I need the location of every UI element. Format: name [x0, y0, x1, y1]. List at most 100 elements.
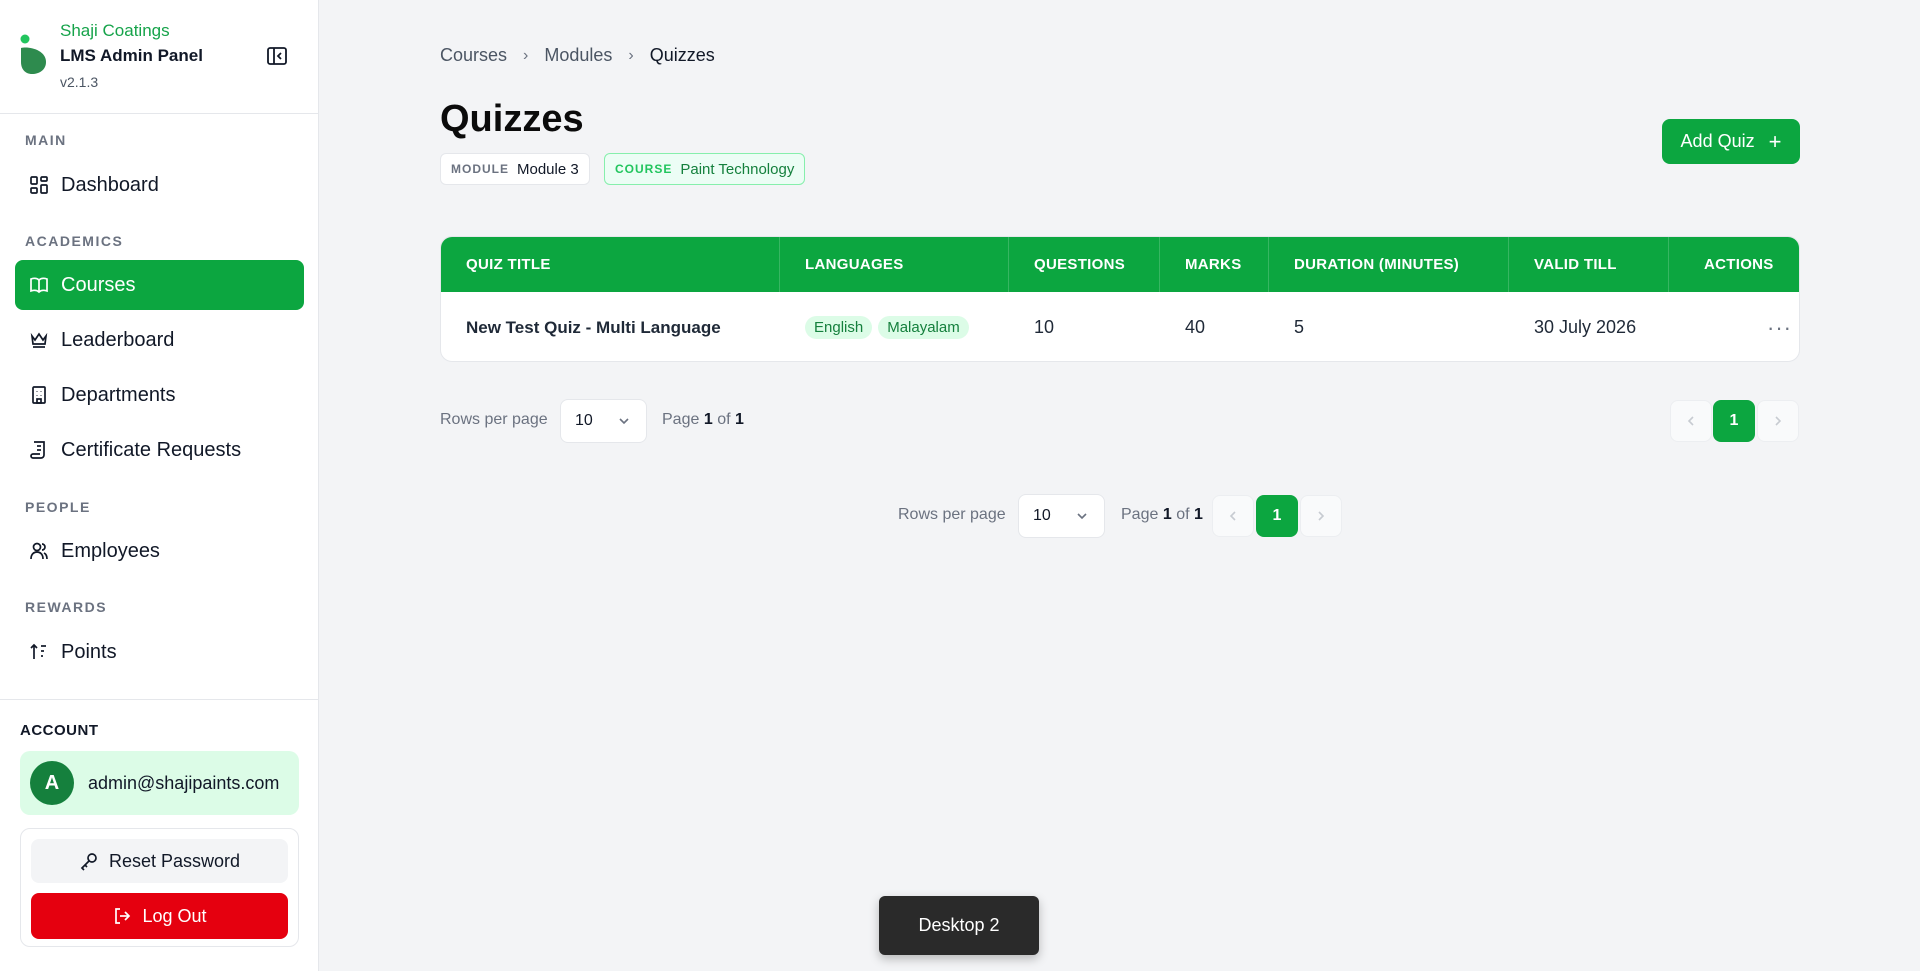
- sidebar-item-label: Courses: [61, 273, 136, 296]
- questions-cell: 10: [1034, 317, 1055, 337]
- logout-button[interactable]: Log Out: [31, 893, 288, 939]
- chevron-right-icon: [1318, 511, 1325, 521]
- languages-cell: English Malayalam: [780, 292, 975, 361]
- sidebar-item-label: Certificate Requests: [61, 438, 242, 461]
- account-label: ACCOUNT: [20, 722, 99, 739]
- marks-cell: 40: [1185, 317, 1206, 337]
- column-header-questions: QUESTIONS: [1009, 237, 1160, 292]
- reset-password-button[interactable]: Reset Password: [31, 839, 288, 883]
- key-icon: [80, 853, 97, 871]
- next-page-button-secondary[interactable]: [1300, 495, 1342, 537]
- page-title: Quizzes: [440, 98, 584, 140]
- rows-per-page-select-secondary[interactable]: 10: [1018, 494, 1105, 538]
- language-badge: English: [805, 316, 873, 339]
- breadcrumb: Courses › Modules › Quizzes: [440, 45, 715, 66]
- section-label-academics: ACADEMICS: [25, 233, 124, 249]
- rows-per-page-label: Rows per page: [440, 411, 548, 428]
- breadcrumb-modules[interactable]: Modules: [544, 45, 612, 66]
- prev-page-button[interactable]: [1670, 400, 1712, 442]
- add-quiz-label: Add Quiz: [1680, 131, 1755, 151]
- module-chip: MODULE Module 3: [440, 153, 590, 185]
- rows-per-page-select[interactable]: 10: [560, 399, 647, 443]
- sidebar-item-courses[interactable]: Courses: [15, 260, 304, 310]
- breadcrumb-courses[interactable]: Courses: [440, 45, 507, 66]
- building-icon: [32, 386, 46, 404]
- sidebar-item-certificate-requests[interactable]: Certificate Requests: [15, 425, 304, 475]
- desktop-switch-toast: Desktop 2: [879, 896, 1039, 955]
- account-section: ACCOUNT A admin@shajipaints.com Reset Pa…: [0, 699, 318, 971]
- crown-icon: [30, 332, 48, 348]
- chevron-down-icon: [619, 418, 629, 425]
- module-chip-key: MODULE: [451, 162, 509, 176]
- column-header-languages: LANGUAGES: [780, 237, 1009, 292]
- column-header-actions: ACTIONS: [1704, 256, 1774, 273]
- sidebar-item-leaderboard[interactable]: Leaderboard: [15, 315, 304, 365]
- brand-name: Shaji Coatings: [60, 21, 170, 40]
- page-button-current-secondary[interactable]: 1: [1256, 495, 1298, 537]
- rows-per-page-value: 10: [1033, 507, 1051, 524]
- course-chip: COURSE Paint Technology: [604, 153, 806, 185]
- logout-label: Log Out: [142, 905, 207, 926]
- next-page-button[interactable]: [1757, 400, 1799, 442]
- quiz-title-cell: New Test Quiz - Multi Language: [466, 317, 721, 337]
- rows-per-page-label-secondary: Rows per page: [898, 506, 1006, 523]
- sidebar-item-dashboard[interactable]: Dashboard: [15, 160, 304, 210]
- language-badge: Malayalam: [878, 316, 969, 339]
- brand-title: LMS Admin Panel: [60, 46, 203, 65]
- column-header-duration: DURATION (MINUTES): [1269, 237, 1509, 292]
- sort-arrows-icon: [30, 643, 46, 659]
- app-version: v2.1.3: [60, 74, 99, 90]
- column-header-valid-till: VALID TILL: [1509, 237, 1669, 292]
- dashboard-icon: [30, 176, 48, 194]
- reset-password-label: Reset Password: [108, 850, 241, 871]
- chevron-right-icon: ›: [523, 46, 529, 64]
- section-label-rewards: REWARDS: [25, 599, 108, 615]
- table-header: QUIZ TITLE LANGUAGES QUESTIONS MARKS DUR…: [441, 237, 1799, 292]
- sidebar-item-label: Departments: [61, 383, 176, 406]
- account-card[interactable]: A admin@shajipaints.com: [20, 751, 299, 815]
- book-open-icon: [30, 277, 48, 294]
- table-row[interactable]: New Test Quiz - Multi Language English M…: [441, 292, 1799, 361]
- sidebar-item-employees[interactable]: Employees: [15, 526, 304, 576]
- brand-logo-icon: [20, 34, 46, 74]
- page-button-current[interactable]: 1: [1713, 400, 1755, 442]
- section-label-main: MAIN: [25, 132, 67, 148]
- sidebar-item-label: Employees: [61, 539, 160, 562]
- valid-till-cell: 30 July 2026: [1534, 317, 1637, 337]
- users-icon: [30, 542, 48, 560]
- account-actions: Reset Password Log Out: [20, 828, 299, 947]
- avatar: A: [30, 761, 74, 805]
- chevron-down-icon: [1077, 513, 1087, 520]
- quizzes-table: QUIZ TITLE LANGUAGES QUESTIONS MARKS DUR…: [440, 236, 1800, 362]
- column-header-marks: MARKS: [1160, 237, 1269, 292]
- brand-header: Shaji Coatings LMS Admin Panel v2.1.3: [0, 0, 318, 114]
- sidebar-item-points[interactable]: Points: [15, 627, 304, 677]
- page-indicator-secondary: Page 1 of 1: [1121, 506, 1203, 523]
- account-email: admin@shajipaints.com: [88, 772, 280, 793]
- module-chip-value: Module 3: [517, 160, 579, 178]
- logout-icon: [115, 908, 131, 924]
- sidebar-item-departments[interactable]: Departments: [15, 370, 304, 420]
- section-label-people: PEOPLE: [25, 499, 91, 515]
- add-quiz-button[interactable]: Add Quiz +: [1662, 119, 1800, 164]
- course-chip-key: COURSE: [615, 162, 673, 176]
- course-chip-value: Paint Technology: [680, 160, 795, 178]
- row-actions-cell: ···: [1742, 292, 1792, 361]
- sidebar-item-label: Points: [61, 640, 117, 663]
- breadcrumb-quizzes: Quizzes: [649, 45, 715, 65]
- plus-icon: +: [1768, 128, 1782, 154]
- prev-page-button-secondary[interactable]: [1212, 495, 1254, 537]
- page-indicator: Page 1 of 1: [662, 411, 744, 428]
- sidebar-item-label: Dashboard: [61, 173, 159, 196]
- sidebar-collapse-icon[interactable]: [266, 46, 288, 66]
- column-header-quiz-title: QUIZ TITLE: [441, 237, 780, 292]
- chevron-left-icon: [1687, 416, 1694, 426]
- chevron-right-icon: ›: [628, 46, 634, 64]
- sidebar: Shaji Coatings LMS Admin Panel v2.1.3 MA…: [0, 0, 319, 971]
- more-actions-icon[interactable]: ···: [1767, 315, 1792, 341]
- scroll-icon: [30, 441, 45, 459]
- duration-cell: 5: [1294, 317, 1305, 337]
- sidebar-item-label: Leaderboard: [61, 328, 175, 351]
- chevron-right-icon: [1775, 416, 1782, 426]
- chevron-left-icon: [1229, 511, 1236, 521]
